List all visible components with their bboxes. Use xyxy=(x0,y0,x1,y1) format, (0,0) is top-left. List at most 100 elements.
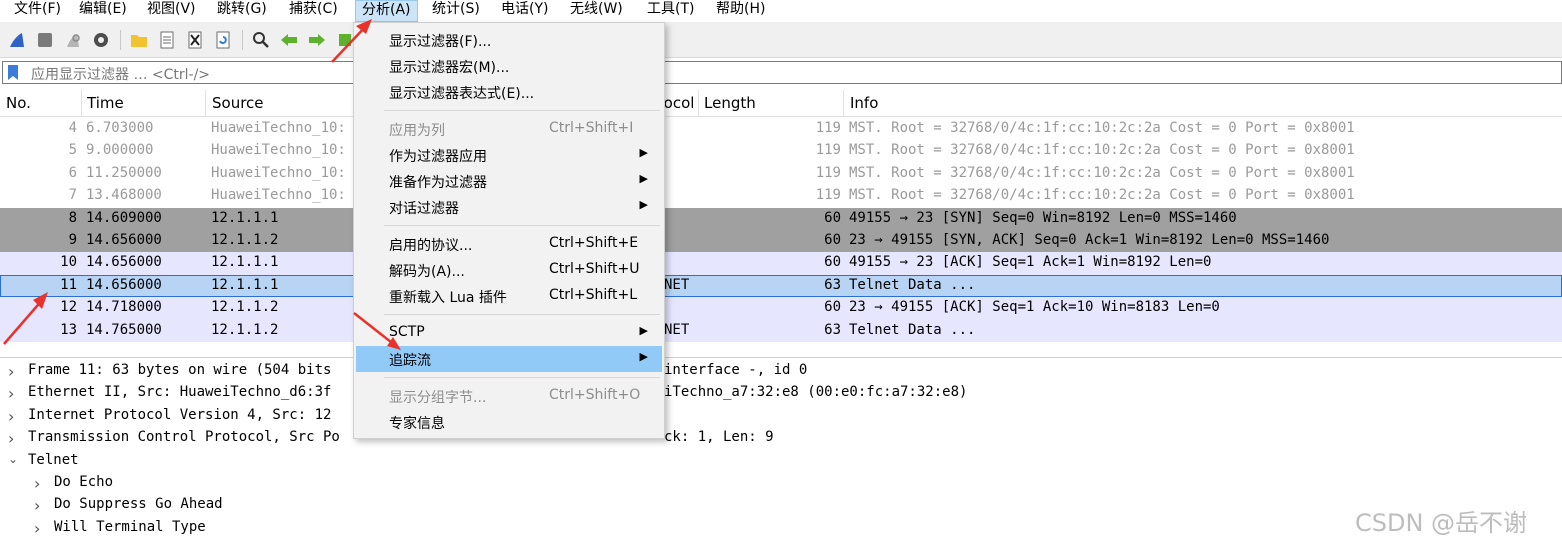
packet-row[interactable]: 8 14.609000 12.1.1.1 60 49155 → 23 [SYN] Seq… xyxy=(0,207,1562,230)
menu-option-label: 显示过滤器(F)... xyxy=(389,34,492,50)
packet-protocol: NET xyxy=(664,276,690,293)
packet-source: HuaweiTechno_10: xyxy=(211,164,346,181)
menu-item-2[interactable]: 视图(V) xyxy=(141,0,202,22)
column-header-time[interactable]: Time xyxy=(87,90,124,117)
packet-info: MST. Root = 32768/0/4c:1f:cc:10:2c:2a Co… xyxy=(849,142,1355,159)
display-filter-placeholder: 应用显示过滤器 … <Ctrl-/> xyxy=(31,67,211,83)
menu-item-3[interactable]: 跳转(G) xyxy=(211,0,273,22)
shark-fin-start-icon[interactable] xyxy=(6,29,28,51)
chevron-right-icon[interactable]: › xyxy=(34,496,40,515)
packet-no: 7 xyxy=(68,187,77,204)
go-forward-arrow-icon[interactable] xyxy=(306,29,328,51)
menu-item-9[interactable]: 工具(T) xyxy=(641,0,700,22)
menu-option[interactable]: 对话过滤器 ▶ xyxy=(356,194,662,220)
chevron-right-icon[interactable]: › xyxy=(8,407,14,426)
menu-option[interactable]: SCTP ▶ xyxy=(356,320,662,346)
menu-item-1[interactable]: 编辑(E) xyxy=(73,0,133,22)
detail-tree-item[interactable]: › Internet Protocol Version 4, Src: 12 xyxy=(8,405,1548,427)
packet-info: Telnet Data ... xyxy=(849,321,976,338)
chevron-right-icon[interactable]: › xyxy=(8,362,14,381)
column-header-source[interactable]: Source xyxy=(212,90,264,117)
reload-file-icon[interactable] xyxy=(212,29,234,51)
packet-row[interactable]: 4 6.703000 HuaweiTechno_10: 119 MST. Root = … xyxy=(0,118,1562,141)
chevron-right-icon[interactable]: › xyxy=(8,384,14,403)
stop-capture-icon[interactable] xyxy=(34,29,56,51)
menu-option-label: 对话过滤器 xyxy=(389,201,459,217)
menu-item-0[interactable]: 文件(F) xyxy=(8,0,67,22)
packet-row[interactable]: 13 14.765000 12.1.1.2 NET 63 Telnet Data ... xyxy=(0,319,1562,342)
menu-option-label: 显示过滤器表达式(E)... xyxy=(389,86,535,102)
open-file-folder-icon[interactable] xyxy=(128,29,150,51)
packet-row[interactable]: 10 14.656000 12.1.1.1 60 49155 → 23 [ACK] Se… xyxy=(0,252,1562,275)
menu-option-shortcut: Ctrl+Shift+E xyxy=(549,235,639,251)
find-packet-search-icon[interactable] xyxy=(250,29,272,51)
packet-no: 5 xyxy=(68,142,77,159)
packet-row[interactable]: 7 13.468000 HuaweiTechno_10: 119 MST. Root =… xyxy=(0,185,1562,208)
close-file-icon[interactable] xyxy=(184,29,206,51)
menu-item-8[interactable]: 无线(W) xyxy=(564,0,629,22)
packet-row[interactable]: 12 14.718000 12.1.1.2 60 23 → 49155 [ACK] Se… xyxy=(0,297,1562,320)
restart-capture-icon[interactable] xyxy=(62,29,84,51)
detail-tree-item[interactable]: › Do Suppress Go Ahead xyxy=(34,494,1562,516)
menu-option[interactable]: 重新载入 Lua 插件 Ctrl+Shift+L xyxy=(356,283,662,309)
chevron-right-icon[interactable]: › xyxy=(8,429,14,448)
save-file-icon[interactable] xyxy=(156,29,178,51)
packet-time: 14.718000 xyxy=(86,299,162,316)
packet-row[interactable]: 6 11.250000 HuaweiTechno_10: 119 MST. Root =… xyxy=(0,162,1562,186)
menu-item-4[interactable]: 捕获(C) xyxy=(283,0,344,22)
menu-option[interactable]: 作为过滤器应用 ▶ xyxy=(356,142,662,168)
detail-tree-label-overflow: iTechno_a7:32:e8 (00:e0:fc:a7:32:e8) xyxy=(664,384,968,401)
menu-option-label: 专家信息 xyxy=(389,416,445,432)
detail-tree-item[interactable]: › Ethernet II, Src: HuaweiTechno_d6:3f iTe… xyxy=(8,382,1548,404)
chevron-right-icon[interactable]: › xyxy=(34,519,40,538)
menu-item-10[interactable]: 帮助(H) xyxy=(710,0,771,22)
menu-option[interactable]: 启用的协议... Ctrl+Shift+E xyxy=(356,231,662,257)
packet-length: 60 xyxy=(824,209,841,226)
detail-tree-item[interactable]: ⌄ Telnet xyxy=(8,450,1548,472)
column-header-info[interactable]: Info xyxy=(850,90,878,117)
packet-length: 119 xyxy=(815,142,841,159)
menu-item-6[interactable]: 统计(S) xyxy=(426,0,486,22)
packet-no: 12 xyxy=(60,299,77,316)
filter-bookmark-icon[interactable] xyxy=(6,64,20,81)
menu-option[interactable]: 解码为(A)... Ctrl+Shift+U xyxy=(356,257,662,283)
packet-info: MST. Root = 32768/0/4c:1f:cc:10:2c:2a Co… xyxy=(849,120,1355,136)
csdn-watermark: CSDN @岳不谢 xyxy=(1355,509,1528,537)
packet-time: 14.656000 xyxy=(86,254,162,271)
packet-list-header: No. Time Source Protocol Length Info xyxy=(0,90,1562,117)
menu-option[interactable]: 显示过滤器表达式(E)... xyxy=(356,79,662,105)
detail-tree-label: Ethernet II, Src: HuaweiTechno_d6:3f xyxy=(28,384,332,401)
menu-item-5[interactable]: 分析(A) xyxy=(355,0,418,22)
packet-row[interactable]: 9 14.656000 12.1.1.2 60 23 → 49155 [SYN, ACK… xyxy=(0,230,1562,253)
detail-tree-item[interactable]: › Will Terminal Type xyxy=(34,517,1562,539)
column-header-no[interactable]: No. xyxy=(6,90,31,117)
chevron-down-icon[interactable]: ⌄ xyxy=(8,452,18,466)
submenu-arrow-icon: ▶ xyxy=(639,172,648,185)
menu-option[interactable]: 应用为列 Ctrl+Shift+I xyxy=(356,116,662,142)
menu-option-label: 重新载入 Lua 插件 xyxy=(389,290,507,306)
detail-tree-item[interactable]: › Do Echo xyxy=(34,472,1562,494)
detail-tree-label: Transmission Control Protocol, Src Po xyxy=(28,429,340,446)
menu-option[interactable]: 追踪流 ▶ xyxy=(356,346,662,372)
menu-option[interactable]: 显示过滤器(F)... xyxy=(356,27,662,53)
detail-tree-item[interactable]: › Transmission Control Protocol, Src Po ck… xyxy=(8,427,1548,449)
packet-length: 60 xyxy=(824,232,841,248)
packet-time: 14.765000 xyxy=(86,321,162,338)
menu-option[interactable]: 专家信息 xyxy=(356,409,662,435)
column-header-length[interactable]: Length xyxy=(704,90,756,117)
packet-row[interactable]: 11 14.656000 12.1.1.1 NET 63 Telnet Data ... xyxy=(0,274,1562,298)
menu-item-7[interactable]: 电话(Y) xyxy=(495,0,554,22)
menu-separator xyxy=(384,110,660,111)
menu-option-label: 准备作为过滤器 xyxy=(389,175,487,191)
menu-option[interactable]: 显示分组字节... Ctrl+Shift+O xyxy=(356,383,662,409)
menu-option[interactable]: 显示过滤器宏(M)... xyxy=(356,53,662,79)
packet-row[interactable]: 5 9.000000 HuaweiTechno_10: 119 MST. Root = … xyxy=(0,140,1562,163)
display-filter-input[interactable]: 应用显示过滤器 … <Ctrl-/> xyxy=(2,61,1562,84)
menu-option[interactable]: 准备作为过滤器 ▶ xyxy=(356,168,662,194)
packet-no: 6 xyxy=(68,164,77,181)
submenu-arrow-icon: ▶ xyxy=(639,324,648,337)
capture-options-gear-icon[interactable] xyxy=(90,29,112,51)
chevron-right-icon[interactable]: › xyxy=(34,474,40,493)
go-back-arrow-icon[interactable] xyxy=(278,29,300,51)
detail-tree-item[interactable]: › Frame 11: 63 bytes on wire (504 bits int… xyxy=(8,360,1548,382)
